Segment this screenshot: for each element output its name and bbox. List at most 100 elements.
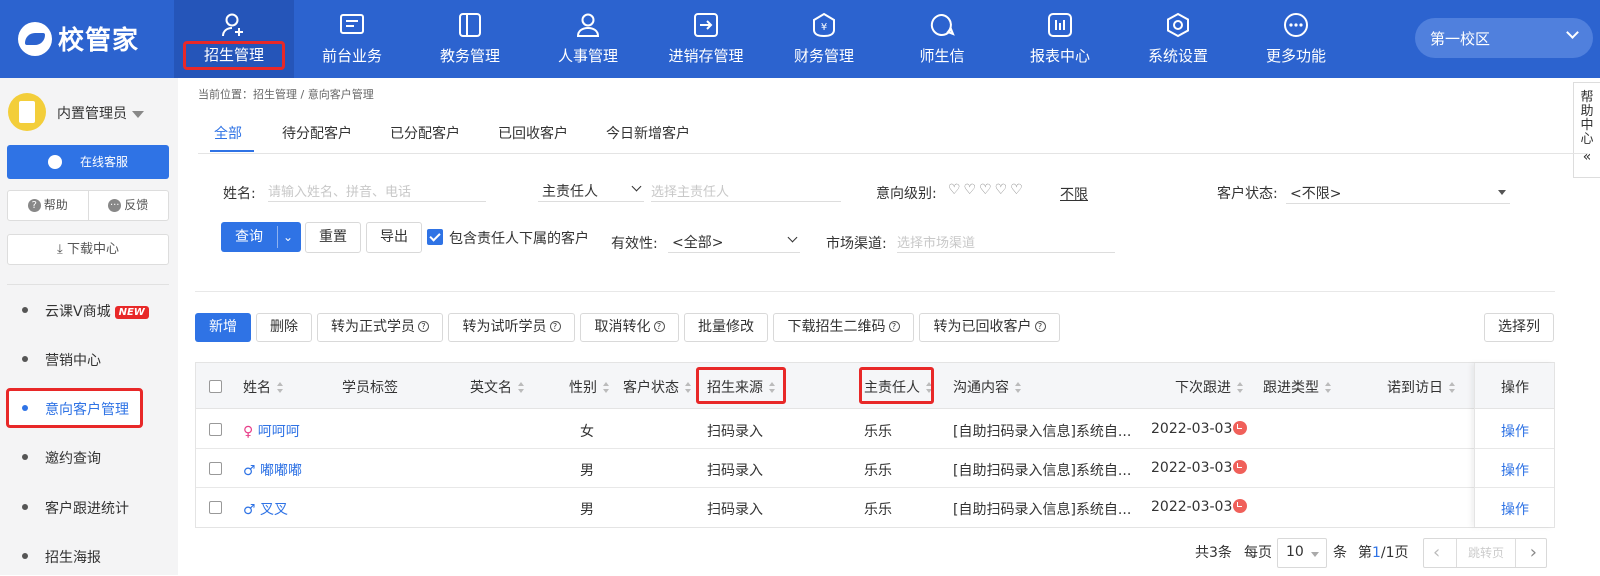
table-row[interactable]: ♀ 呵呵呵 女 扫码录入 乐乐 [自助扫码录入信息]系统自... 2022-03…	[196, 410, 1554, 449]
delete-button[interactable]: 删除	[256, 313, 312, 342]
to-trial-student-button[interactable]: 转为试听学员?	[448, 313, 575, 342]
column-header-english-name[interactable]: 英文名	[470, 377, 525, 397]
sort-icon	[277, 381, 284, 393]
nav-enrollment[interactable]: 招生管理	[174, 0, 294, 78]
customer-status-select[interactable]: <不限>	[1286, 182, 1510, 204]
table-row[interactable]: ♂ 嘟嘟嘟 男 扫码录入 乐乐 [自助扫码录入信息]系统自... 2022-03…	[196, 449, 1554, 488]
online-service-button[interactable]: 在线客服	[7, 145, 169, 179]
include-subordinates-label: 包含责任人下属的客户	[449, 231, 589, 247]
nav-academic[interactable]: 教务管理	[410, 0, 530, 78]
to-trial-student-label: 转为试听学员	[462, 319, 547, 335]
nav-hr[interactable]: 人事管理	[528, 0, 648, 78]
next-followup-cell: 2022-03-03	[1151, 460, 1248, 476]
nav-inventory[interactable]: 进销存管理	[646, 0, 766, 78]
row-checkbox[interactable]	[209, 501, 222, 514]
page-jump-input[interactable]: 跳转页	[1456, 539, 1516, 567]
nav-messages[interactable]: 师生信	[882, 0, 1002, 78]
validity-select[interactable]: <全部>	[668, 231, 800, 253]
to-formal-student-button[interactable]: 转为正式学员?	[317, 313, 443, 342]
download-center-button[interactable]: ⤓ 下载中心	[7, 234, 169, 265]
query-label: 查询	[235, 229, 263, 245]
help-button[interactable]: ? 帮助	[8, 191, 88, 220]
query-button[interactable]: 查询 ⌄	[221, 222, 301, 252]
customer-name: 呵呵呵	[257, 424, 300, 440]
cancel-conversion-button[interactable]: 取消转化?	[580, 313, 679, 342]
owner-type-select[interactable]: 主责任人	[538, 180, 644, 202]
tab-recycled[interactable]: 已回收客户	[498, 123, 568, 143]
gender-cell: 女	[580, 424, 594, 440]
intent-level-hearts-icon[interactable]: ♡♡♡♡♡	[948, 182, 1026, 198]
section-divider	[195, 291, 1555, 292]
download-qr-button[interactable]: 下载招生二维码?	[773, 313, 914, 342]
name-search-input[interactable]: 请输入姓名、拼音、电话	[268, 180, 486, 202]
intent-level-unlimited[interactable]: 不限	[1060, 184, 1088, 204]
sidebar-item-followup-stats[interactable]: 客户跟进统计	[0, 487, 178, 527]
question-icon: ?	[1034, 320, 1046, 332]
customer-name-link[interactable]: ♂ 叉叉	[243, 499, 288, 519]
sort-icon	[518, 381, 525, 393]
customer-name-link[interactable]: ♂ 嘟嘟嘟	[243, 460, 302, 480]
tab-assigned[interactable]: 已分配客户	[390, 123, 460, 143]
nav-front-desk[interactable]: 前台业务	[292, 0, 412, 78]
feedback-button[interactable]: ··· 反馈	[87, 191, 169, 220]
sidebar-item-label: 客户跟进统计	[45, 501, 129, 517]
source-cell: 扫码录入	[707, 502, 763, 518]
avatar[interactable]	[8, 93, 46, 131]
column-header-next-followup[interactable]: 下次跟进	[1175, 377, 1244, 397]
nav-reports[interactable]: 报表中心	[1000, 0, 1120, 78]
double-chevron-down-icon[interactable]: ⌄	[283, 222, 293, 252]
sidebar-item-marketing[interactable]: 营销中心	[0, 339, 178, 379]
bullet-icon	[22, 454, 28, 460]
sort-icon	[685, 381, 692, 393]
reset-button[interactable]: 重置	[305, 222, 361, 253]
tab-all[interactable]: 全部	[214, 123, 242, 143]
per-page-select[interactable]: 10	[1277, 538, 1327, 568]
question-icon: ?	[418, 320, 429, 332]
column-header-visit-date[interactable]: 诺到访日	[1387, 377, 1456, 397]
nav-settings[interactable]: 系统设置	[1118, 0, 1238, 78]
column-header-name[interactable]: 姓名	[243, 377, 284, 397]
owner-input[interactable]: 选择主责任人	[651, 180, 841, 202]
column-header-label: 客户状态	[623, 380, 679, 396]
finance-icon: ¥	[813, 12, 835, 38]
select-all-checkbox[interactable]	[209, 380, 222, 393]
to-recycled-label: 转为已回收客户	[933, 319, 1032, 335]
market-channel-input[interactable]: 选择市场渠道	[897, 231, 1115, 253]
prev-page-icon[interactable]: ‹	[1433, 542, 1440, 563]
export-button[interactable]: 导出	[366, 222, 422, 253]
to-recycled-button[interactable]: 转为已回收客户?	[919, 313, 1060, 342]
column-header-followup-type[interactable]: 跟进类型	[1263, 377, 1332, 397]
page-suffix: /1页	[1380, 545, 1409, 561]
divider	[277, 226, 278, 248]
column-header-communication[interactable]: 沟通内容	[953, 377, 1022, 397]
customer-name-link[interactable]: ♀ 呵呵呵	[243, 421, 300, 441]
sidebar-item-vmall[interactable]: 云课V商城 NEW	[0, 290, 178, 330]
select-columns-button[interactable]: 选择列	[1484, 313, 1554, 342]
batch-edit-button[interactable]: 批量修改	[684, 313, 768, 342]
column-header-status[interactable]: 客户状态	[623, 377, 692, 397]
user-menu[interactable]: 内置管理员	[57, 103, 144, 123]
next-page-icon[interactable]: ›	[1530, 542, 1537, 563]
sidebar-item-prospects[interactable]: 意向客户管理	[6, 388, 143, 428]
campus-selector[interactable]: 第一校区	[1415, 18, 1593, 58]
table-row[interactable]: ♂ 叉叉 男 扫码录入 乐乐 [自助扫码录入信息]系统自... 2022-03-…	[196, 488, 1554, 527]
sidebar-item-invitations[interactable]: 邀约查询	[0, 437, 178, 477]
book-icon	[459, 13, 481, 37]
tab-today-new[interactable]: 今日新增客户	[606, 123, 690, 143]
current-page: 1	[1372, 545, 1381, 561]
include-subordinates-checkbox[interactable]	[427, 229, 443, 245]
bullet-icon	[22, 553, 28, 559]
nav-more[interactable]: 更多功能	[1236, 0, 1356, 78]
next-followup-date: 2022-03-03	[1151, 460, 1233, 476]
tab-bar: 全部 待分配客户 已分配客户 已回收客户 今日新增客户	[198, 110, 1588, 154]
app-logo[interactable]: 校管家	[18, 20, 139, 57]
nav-finance[interactable]: ¥ 财务管理	[764, 0, 884, 78]
download-qr-label: 下载招生二维码	[787, 319, 886, 335]
nav-label: 更多功能	[1265, 47, 1326, 65]
row-checkbox[interactable]	[209, 462, 222, 475]
column-header-gender[interactable]: 性别	[569, 377, 610, 397]
add-button[interactable]: 新增	[195, 313, 251, 342]
sidebar-item-posters[interactable]: 招生海报	[0, 536, 178, 576]
row-checkbox[interactable]	[209, 423, 222, 436]
tab-unassigned[interactable]: 待分配客户	[282, 123, 352, 143]
